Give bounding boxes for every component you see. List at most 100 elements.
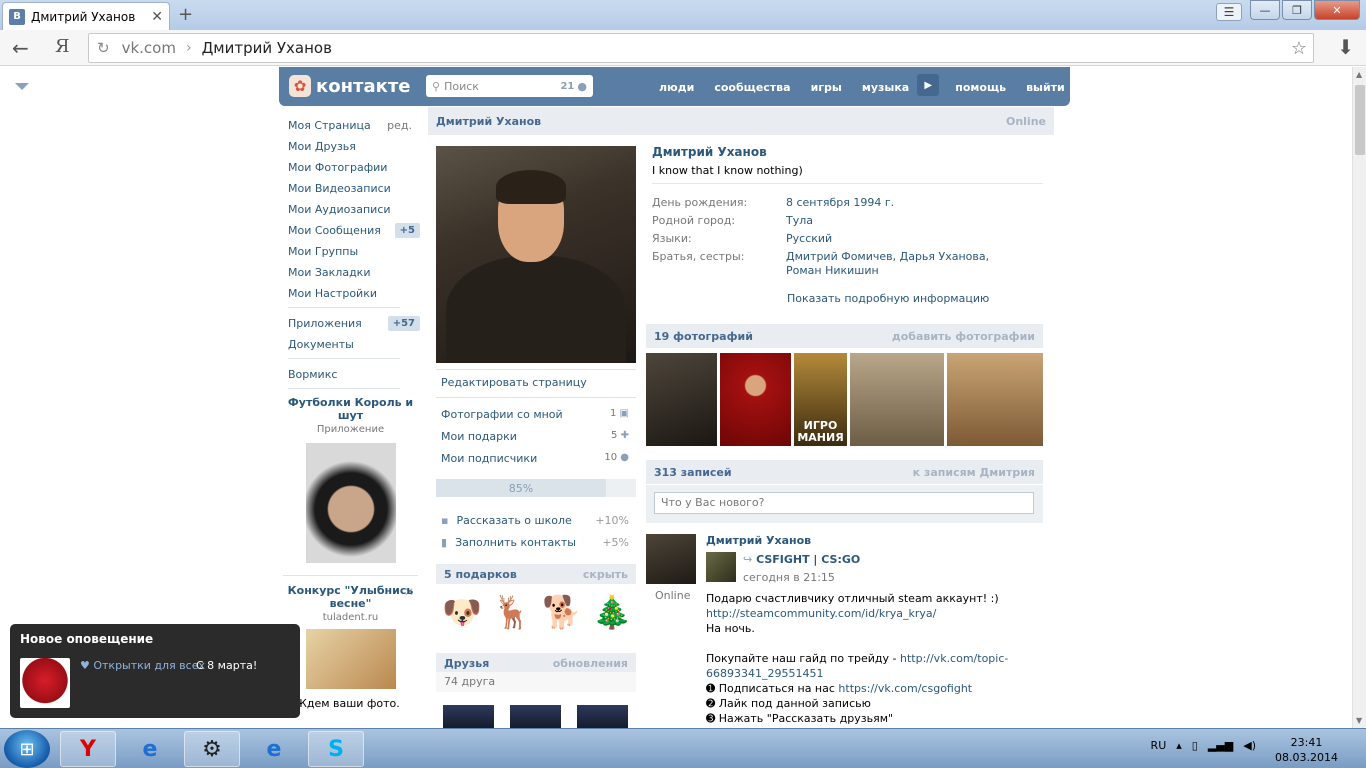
gift-tree-icon[interactable]: 🎄 [591, 588, 633, 636]
repost-group-avatar[interactable] [706, 552, 736, 582]
tip-school[interactable]: ▪ Рассказать о школе +10% [441, 514, 629, 527]
collapse-arrow-icon[interactable] [15, 83, 29, 90]
info-value[interactable]: 8 сентября 1994 г. [786, 196, 1006, 210]
nav-music[interactable]: музыка [862, 81, 909, 94]
repost-group-name[interactable]: CSFIGHT | CS:GO [756, 553, 860, 566]
nav-games[interactable]: игры [811, 81, 842, 94]
vk-logo[interactable]: ✿ контакте [289, 75, 410, 97]
menu-settings[interactable]: Мои Настройки [288, 283, 420, 304]
ad-block-2[interactable]: Конкурс "Улыбнись весне" tuladent.ru Жде… [283, 584, 418, 710]
my-gifts-link[interactable]: Мои подарки 5 ✚ [441, 430, 629, 443]
minimize-icon[interactable]: — [1250, 0, 1280, 20]
profile-avatar[interactable] [436, 146, 636, 363]
post-link[interactable]: http://steamcommunity.com/id/krya_krya/ [706, 606, 1026, 621]
yandex-button[interactable]: Я [55, 36, 70, 57]
internet-explorer-icon[interactable]: e [122, 731, 178, 767]
menu-videos[interactable]: Мои Видеозаписи [288, 178, 420, 199]
bookmark-star-icon[interactable]: ☆ [1291, 38, 1307, 59]
online-friends-count[interactable]: 21 [560, 81, 574, 92]
gift-reindeer-icon[interactable]: 🦌 [491, 588, 533, 636]
play-icon[interactable]: ▶ [917, 74, 940, 96]
notification-popup[interactable]: Новое оповещение ♥ Открытки для всех С 8… [10, 624, 300, 718]
photo-thumb[interactable] [947, 353, 1043, 446]
tip-contacts[interactable]: ▮ Заполнить контакты +5% [441, 536, 629, 549]
start-button-icon[interactable]: ⊞ [4, 730, 50, 768]
gift-dog-santa-icon[interactable]: 🐕 [541, 588, 583, 636]
nav-help[interactable]: помощь [955, 81, 1006, 94]
wall-post-input[interactable]: Что у Вас нового? [654, 492, 1034, 514]
photo-thumb[interactable]: ИГРО МАНИЯ [794, 353, 847, 446]
friends-updates-link[interactable]: обновления [553, 657, 628, 670]
friends-title[interactable]: Друзья [444, 657, 553, 670]
scroll-thumb[interactable] [1355, 85, 1365, 155]
address-bar[interactable]: ↻ vk.com › Дмитрий Уханов ☆ [88, 33, 1314, 63]
post-author-name[interactable]: Дмитрий Уханов [706, 534, 811, 547]
info-value[interactable]: Русский [786, 232, 1006, 246]
downloads-icon[interactable]: ⬇ [1337, 35, 1354, 59]
tab-close-icon[interactable]: ✕ [151, 9, 163, 25]
language-indicator[interactable]: RU [1151, 739, 1167, 752]
nav-logout[interactable]: выйти [1026, 81, 1065, 94]
nav-communities[interactable]: сообщества [714, 81, 790, 94]
maximize-icon[interactable]: ❐ [1282, 0, 1312, 20]
volume-icon[interactable]: ◀) [1243, 739, 1256, 752]
photos-with-me-link[interactable]: Фотографии со мной 1 ▣ [441, 408, 629, 421]
edit-page-link[interactable]: Редактировать страницу [441, 376, 587, 389]
menu-photos[interactable]: Мои Фотографии [288, 157, 420, 178]
profile-status[interactable]: I know that I know nothing) [652, 164, 803, 177]
ad-block-1[interactable]: Футболки Король и шут Приложение [283, 396, 418, 563]
menu-friends[interactable]: Мои Друзья [288, 136, 420, 157]
photo-thumb[interactable] [850, 353, 944, 446]
ad-title[interactable]: Конкурс "Улыбнись весне" [283, 584, 418, 610]
notification-link[interactable]: ♥ Открытки для всех [80, 659, 205, 672]
new-tab-button[interactable]: + [178, 4, 193, 25]
post-time[interactable]: сегодня в 21:15 [743, 571, 835, 584]
photo-thumb[interactable] [646, 353, 717, 446]
show-more-info-link[interactable]: Показать подробную информацию [787, 292, 989, 305]
add-photos-link[interactable]: добавить фотографии [892, 330, 1035, 343]
edit-link[interactable]: ред. [387, 119, 412, 132]
menu-apps[interactable]: Приложения +57 [288, 313, 420, 334]
close-window-icon[interactable]: ✕ [1314, 0, 1360, 20]
repost-group-link[interactable]: ↪ CSFIGHT | CS:GO [743, 553, 860, 566]
my-followers-link[interactable]: Мои подписчики 10 ● [441, 452, 629, 465]
friend-avatar[interactable] [577, 705, 628, 728]
ad-image[interactable] [305, 443, 396, 563]
scroll-down-icon[interactable]: ▼ [1356, 716, 1362, 725]
search-input[interactable]: ⚲ Поиск 21 ● [426, 75, 593, 97]
ad-image[interactable] [305, 629, 396, 689]
info-value[interactable]: Дмитрий Фомичев, Дарья Уханова, Роман Ни… [786, 250, 1006, 278]
reload-icon[interactable]: ↻ [97, 39, 110, 57]
menu-groups[interactable]: Мои Группы [288, 241, 420, 262]
friend-avatar[interactable] [510, 705, 561, 728]
to-wall-link[interactable]: к записям Дмитрия [913, 466, 1035, 479]
steam-icon[interactable]: ⚙ [184, 731, 240, 767]
internet-explorer-icon-2[interactable]: e [246, 731, 302, 767]
browser-menu-icon[interactable]: ☰ [1216, 3, 1242, 21]
photo-thumb[interactable] [720, 353, 791, 446]
gifts-title[interactable]: 5 подарков [444, 568, 583, 581]
yandex-browser-icon[interactable]: Y [60, 731, 116, 767]
back-arrow-icon[interactable]: ← [12, 36, 29, 60]
menu-bookmarks[interactable]: Мои Закладки [288, 262, 420, 283]
post-author-avatar[interactable] [646, 534, 696, 584]
device-icon[interactable]: ▯ [1192, 739, 1198, 752]
browser-tab[interactable]: В Дмитрий Уханов ✕ [2, 2, 170, 30]
skype-icon[interactable]: S [308, 731, 364, 767]
scroll-up-icon[interactable]: ▲ [1356, 70, 1362, 79]
roses-image[interactable] [20, 658, 70, 708]
page-scrollbar[interactable]: ▲ ▼ [1352, 67, 1366, 728]
post-link[interactable]: https://vk.com/csgofight [838, 682, 972, 695]
ad-title[interactable]: Футболки Король и шут [283, 396, 418, 422]
tray-expand-icon[interactable]: ▴ [1176, 739, 1182, 752]
info-value[interactable]: Тула [786, 214, 1006, 228]
menu-documents[interactable]: Документы [288, 334, 420, 355]
photos-title[interactable]: 19 фотографий [654, 330, 892, 343]
menu-wormix[interactable]: Вормикс [288, 364, 420, 385]
menu-messages[interactable]: Мои Сообщения +5 [288, 220, 420, 241]
gift-dog-icon[interactable]: 🐶 [441, 588, 483, 636]
nav-people[interactable]: люди [659, 81, 694, 94]
friend-avatar[interactable] [443, 705, 494, 728]
apps-badge[interactable]: +57 [387, 316, 420, 331]
network-icon[interactable]: ▂▄▆ [1208, 739, 1233, 752]
